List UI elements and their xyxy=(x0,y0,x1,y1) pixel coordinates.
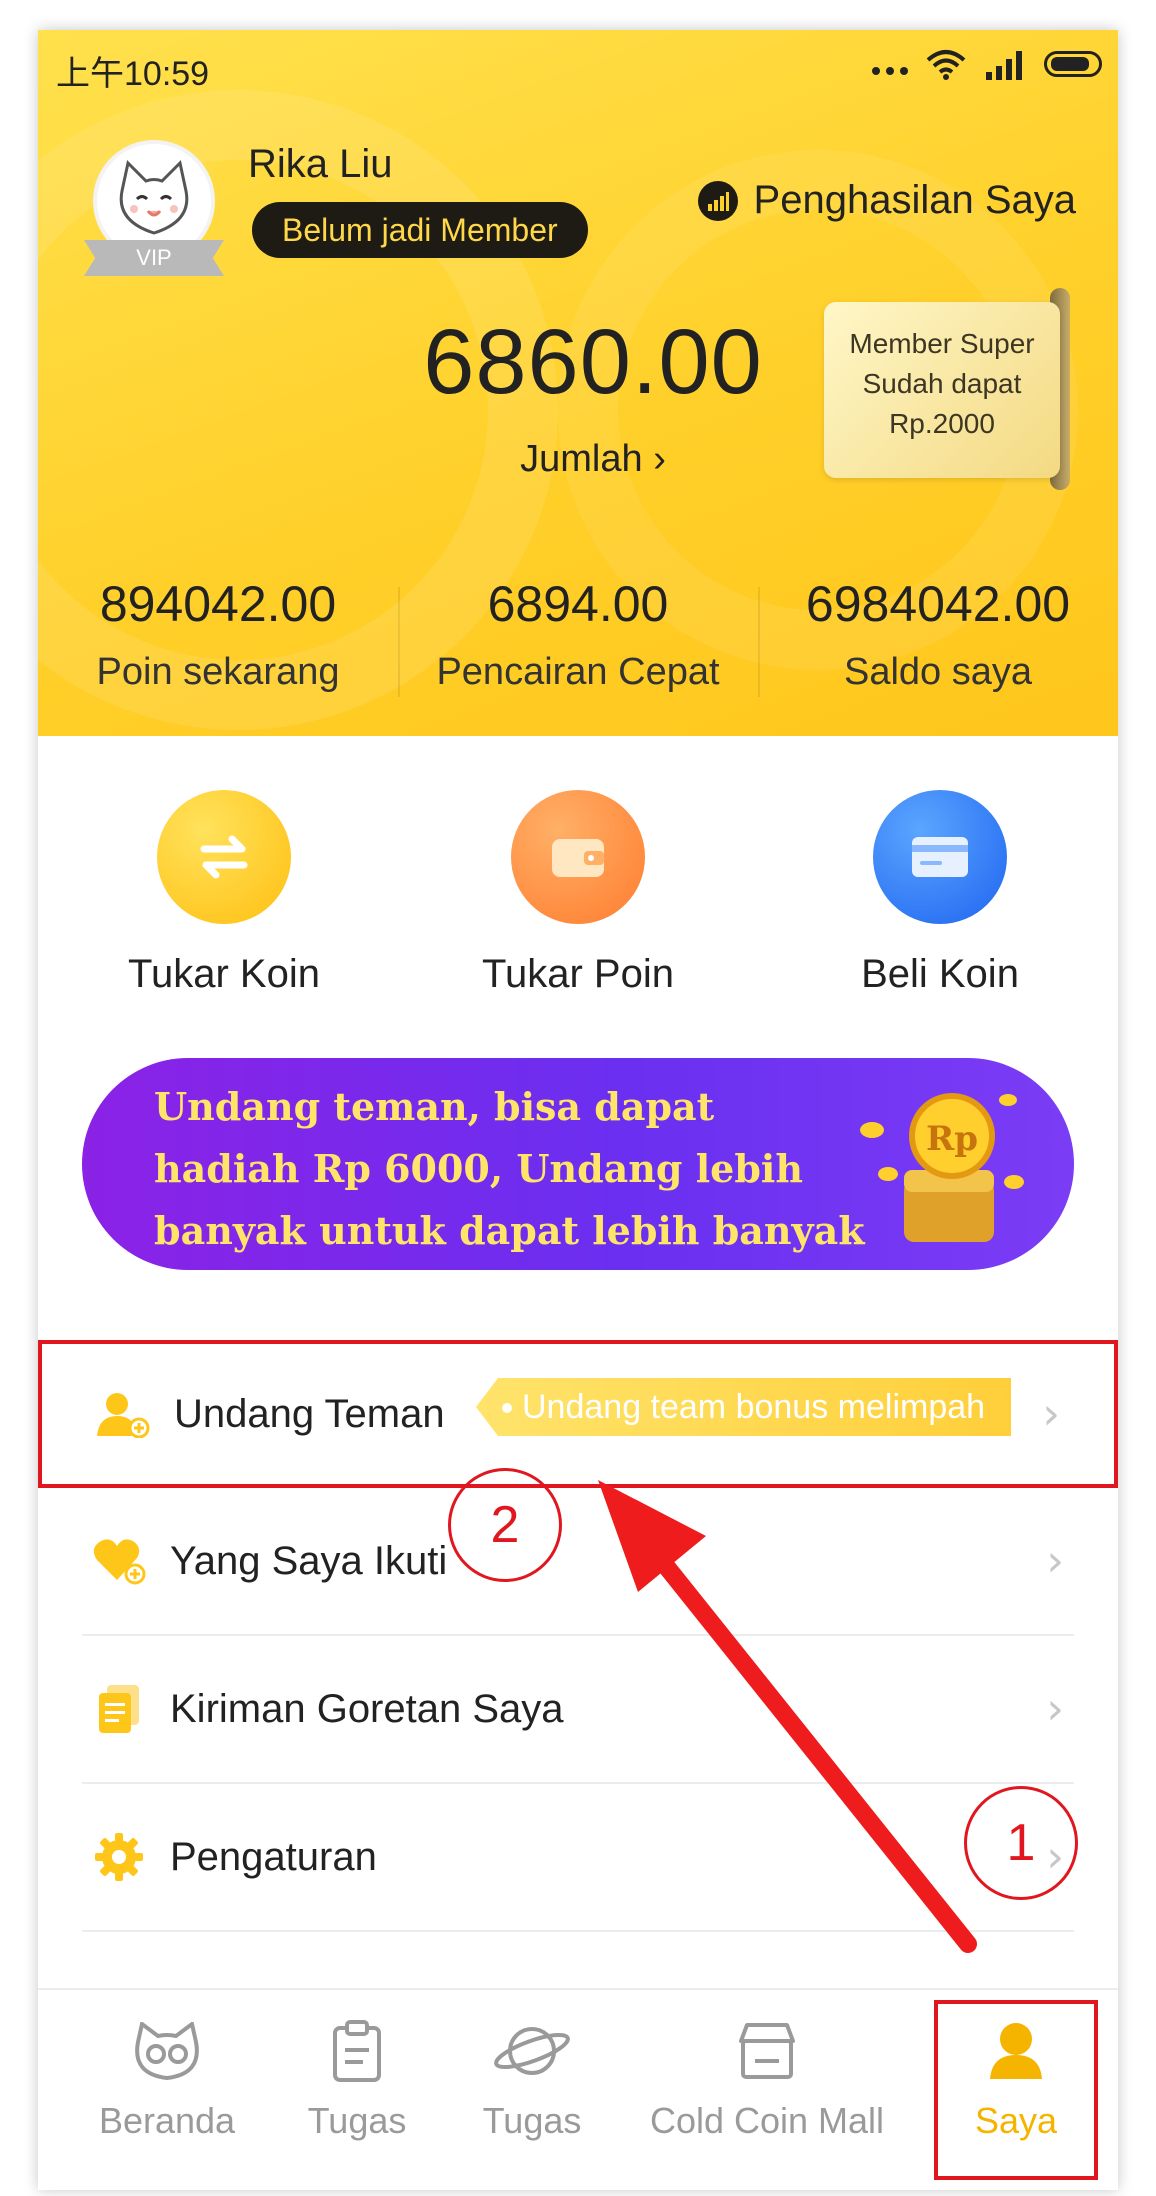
banner-line: banyak untuk dapat lebih banyak hadiah xyxy=(154,1208,865,1253)
action-tukar-koin[interactable]: Tukar Koin xyxy=(94,790,354,997)
tab-label: Tugas xyxy=(307,2100,407,2141)
annotation-step-1: 1 xyxy=(964,1786,1078,1900)
store-icon xyxy=(632,2016,902,2086)
member-status-badge[interactable]: Belum jadi Member xyxy=(252,202,588,258)
stat-current-points[interactable]: 894042.00 Poin sekarang xyxy=(38,575,398,694)
stat-quick-withdraw[interactable]: 6894.00 Pencairan Cepat xyxy=(398,575,758,697)
status-icons xyxy=(872,48,1102,80)
action-label: Tukar Koin xyxy=(128,952,320,996)
banner-line: hadiah Rp 6000, Undang lebih xyxy=(154,1146,803,1191)
treasure-chest-icon: Rp xyxy=(860,1093,1024,1242)
menu-label: Undang Teman xyxy=(174,1391,445,1436)
wallet-icon xyxy=(511,790,645,924)
stat-value: 894042.00 xyxy=(99,576,337,632)
earnings-label: Penghasilan Saya xyxy=(753,178,1076,222)
stat-label: Pencairan Cepat xyxy=(436,651,720,693)
super-member-card[interactable]: Member Super Sudah dapat Rp.2000 xyxy=(824,302,1060,478)
clipboard-icon xyxy=(292,2016,422,2086)
coin-text: Rp xyxy=(926,1119,978,1159)
phone-screen: 上午10:59 VIP Rika Liu Belum jadi Member P… xyxy=(38,30,1118,2190)
stat-value: 6984042.00 xyxy=(805,576,1071,632)
exchange-icon xyxy=(157,790,291,924)
menu-list: Undang Teman Undang team bonus melimpah … xyxy=(38,1340,1118,1932)
tab-label: Beranda xyxy=(98,2100,236,2141)
menu-label: Pengaturan xyxy=(170,1834,377,1879)
super-card-line: Sudah dapat xyxy=(862,368,1022,399)
balance-details-link[interactable]: Jumlah › xyxy=(398,438,788,481)
cat-face-icon xyxy=(82,2016,252,2086)
stat-value: 6894.00 xyxy=(487,576,669,632)
balance-amount: 6860.00 xyxy=(423,311,763,413)
stat-label: Poin sekarang xyxy=(96,651,340,693)
earnings-link[interactable]: Penghasilan Saya xyxy=(697,178,1076,223)
wifi-icon xyxy=(926,50,966,80)
more-dots-icon xyxy=(872,53,908,75)
action-label: Beli Koin xyxy=(861,952,1019,996)
bar-chart-icon xyxy=(697,180,738,221)
profile-header: 上午10:59 VIP Rika Liu Belum jadi Member P… xyxy=(38,30,1118,736)
documents-icon xyxy=(90,1680,148,1738)
stat-label: Saldo saya xyxy=(843,651,1032,693)
tab-tugas-1[interactable]: Tugas xyxy=(292,2016,422,2142)
stat-my-balance[interactable]: 6984042.00 Saldo saya xyxy=(758,575,1118,697)
annotation-step-2: 2 xyxy=(448,1468,562,1582)
bottom-tab-bar: Beranda Tugas Tugas Cold Coin Mall Saya xyxy=(38,1988,1118,2190)
card-icon xyxy=(873,790,1007,924)
super-card-line: Member Super xyxy=(849,328,1035,359)
menu-item-yang-saya-ikuti[interactable]: Yang Saya Ikuti › xyxy=(82,1488,1074,1636)
avatar[interactable]: VIP xyxy=(84,140,224,290)
menu-item-kiriman-goretan[interactable]: Kiriman Goretan Saya › xyxy=(82,1636,1074,1784)
chevron-right-icon: › xyxy=(1042,1388,1060,1440)
status-bar: 上午10:59 xyxy=(38,30,1118,108)
action-beli-koin[interactable]: Beli Koin xyxy=(810,790,1070,997)
stats-row: 894042.00 Poin sekarang 6894.00 Pencaira… xyxy=(38,575,1118,697)
user-name: Rika Liu xyxy=(248,142,393,186)
tab-label: Tugas xyxy=(482,2100,582,2141)
tab-label: Cold Coin Mall xyxy=(649,2100,885,2141)
invite-bonus-tag: Undang team bonus melimpah xyxy=(476,1378,1012,1436)
action-label: Tukar Poin xyxy=(482,952,674,996)
banner-line: Undang teman, bisa dapat xyxy=(154,1084,715,1129)
planet-icon xyxy=(462,2016,602,2086)
signal-icon xyxy=(986,51,1022,80)
gear-icon xyxy=(90,1828,148,1886)
vip-ribbon: VIP xyxy=(84,240,224,276)
tab-cold-coin-mall[interactable]: Cold Coin Mall xyxy=(632,2016,902,2142)
menu-label: Yang Saya Ikuti xyxy=(170,1538,448,1583)
menu-item-pengaturan[interactable]: Pengaturan › xyxy=(82,1784,1074,1932)
menu-label: Kiriman Goretan Saya xyxy=(170,1686,564,1731)
action-tukar-poin[interactable]: Tukar Poin xyxy=(448,790,708,997)
heart-plus-icon xyxy=(90,1532,148,1590)
add-user-icon xyxy=(94,1385,152,1443)
super-card-line: Rp.2000 xyxy=(889,408,995,439)
banner-text: Undang teman, bisa dapat hadiah Rp 6000,… xyxy=(154,1076,894,1270)
active-tab-highlight xyxy=(934,2000,1098,2180)
chevron-right-icon: › xyxy=(1046,1535,1064,1587)
invite-banner[interactable]: Undang teman, bisa dapat hadiah Rp 6000,… xyxy=(82,1058,1074,1270)
battery-icon xyxy=(1044,51,1102,77)
tab-beranda[interactable]: Beranda xyxy=(82,2016,252,2142)
status-time: 上午10:59 xyxy=(56,55,210,93)
menu-item-undang-teman[interactable]: Undang Teman Undang team bonus melimpah … xyxy=(38,1340,1118,1488)
quick-actions: Tukar Koin Tukar Poin Beli Koin xyxy=(38,790,1118,1000)
tab-tugas-2[interactable]: Tugas xyxy=(462,2016,602,2142)
chevron-right-icon: › xyxy=(1046,1683,1064,1735)
